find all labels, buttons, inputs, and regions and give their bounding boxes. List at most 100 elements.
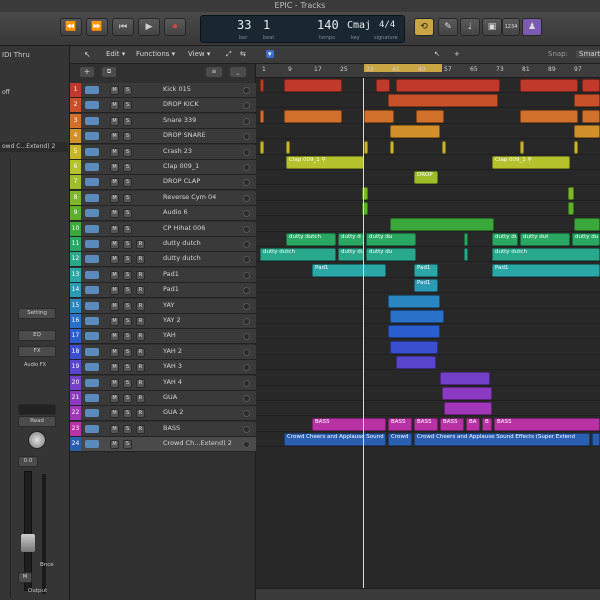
region[interactable]: BASS	[312, 417, 386, 431]
solo-button[interactable]: S	[123, 270, 132, 280]
record-enable-button[interactable]: R	[136, 240, 145, 249]
track-name[interactable]: GUA 2	[163, 408, 183, 416]
track-name[interactable]: Audio 6	[163, 208, 188, 216]
region[interactable]	[442, 140, 446, 154]
region[interactable]: Pad1	[414, 263, 438, 277]
inspector-row[interactable]	[0, 64, 68, 74]
track-header[interactable]: 24 M S Crowd Ch...Extend) 2	[70, 437, 256, 453]
arrange-scrollbar[interactable]	[256, 588, 600, 600]
send-slot[interactable]	[18, 404, 56, 415]
track-volume-knob[interactable]	[243, 256, 250, 264]
track-name[interactable]: dutty dutch	[163, 254, 201, 262]
track-name[interactable]: Crash 23	[163, 147, 192, 155]
solo-button[interactable]: S	[123, 255, 132, 265]
track-header[interactable]: 19 M S R YAH 3	[70, 360, 256, 376]
solo-button[interactable]: S	[123, 317, 132, 326]
region[interactable]	[390, 217, 494, 231]
region[interactable]	[440, 371, 490, 385]
solo-button[interactable]: S	[123, 86, 132, 95]
region[interactable]	[444, 402, 492, 416]
forward-button[interactable]: ⏩	[86, 18, 108, 36]
record-enable-button[interactable]: R	[136, 409, 145, 419]
track-volume-knob[interactable]	[243, 379, 250, 387]
mute-button[interactable]: M	[110, 332, 119, 342]
region[interactable]: BASS	[494, 417, 600, 431]
record-enable-button[interactable]: R	[136, 424, 145, 434]
mute-button[interactable]: M	[110, 270, 119, 280]
track-name[interactable]: YAH 2	[163, 347, 182, 355]
region[interactable]: BA	[466, 417, 480, 431]
track-header[interactable]: 22 M S R GUA 2	[70, 406, 256, 422]
region[interactable]	[376, 79, 390, 92]
track-lane[interactable]	[256, 201, 600, 217]
region[interactable]	[464, 233, 468, 246]
mute-button[interactable]: M	[110, 209, 119, 219]
track-name[interactable]: Kick 015	[163, 85, 191, 93]
mute-button[interactable]: M	[110, 424, 119, 434]
cycle-region[interactable]	[364, 64, 442, 72]
track-volume-knob[interactable]	[243, 410, 250, 418]
solo-button[interactable]: S	[123, 178, 132, 188]
solo-button[interactable]: S	[123, 332, 132, 342]
track-header[interactable]: 9 M S Audio 6	[70, 206, 256, 222]
cycle-button[interactable]: ⟲	[414, 18, 434, 36]
track-header[interactable]: 11 M S Rdutty dutch	[70, 237, 256, 252]
track-volume-knob[interactable]	[243, 133, 250, 141]
mute-button[interactable]: M	[110, 132, 119, 142]
inspector-row[interactable]: off	[0, 88, 68, 98]
solo-button[interactable]: ▣	[482, 18, 502, 36]
automation-icon[interactable]: ⎵	[230, 67, 246, 77]
track-volume-knob[interactable]	[243, 441, 250, 449]
arrange-area[interactable]: Clap 009_1 ⚲ Clap 009_1 ⚲ DROP dutty dutch d…	[256, 78, 600, 588]
region[interactable]: dutty du	[492, 233, 518, 246]
pan-knob[interactable]	[28, 431, 46, 449]
solo-button[interactable]: S	[123, 209, 132, 219]
region[interactable]	[390, 310, 444, 323]
mute-button[interactable]: M	[110, 116, 119, 126]
track-volume-knob[interactable]	[243, 164, 250, 171]
region[interactable]	[364, 140, 368, 154]
track-folder-icon[interactable]: ⧉	[102, 67, 116, 77]
track-lane[interactable]	[256, 140, 600, 155]
snap-select[interactable]: Smart	[576, 50, 600, 58]
region[interactable]: DROP	[414, 171, 438, 185]
region[interactable]: BASS	[388, 417, 412, 431]
region[interactable]: Crowd Cheers and Applause Sound Effects …	[414, 433, 590, 447]
read-button[interactable]: Read	[18, 416, 56, 427]
track-volume-knob[interactable]	[243, 102, 250, 110]
region[interactable]	[574, 94, 600, 108]
solo-button[interactable]: S	[123, 301, 132, 311]
mute-button[interactable]: M	[110, 224, 119, 234]
track-volume-knob[interactable]	[243, 395, 250, 402]
region[interactable]	[390, 340, 438, 354]
lcd-display[interactable]: 33 1 bar beat 140 tempo Cmaj key 4/4 sig…	[200, 15, 405, 43]
record-enable-button[interactable]: R	[136, 286, 145, 296]
region[interactable]: dutty dut	[520, 233, 570, 246]
track-header[interactable]: 1 M S Kick 015	[70, 83, 256, 98]
region[interactable]: dutty du	[366, 248, 416, 262]
region[interactable]: dutty du	[338, 248, 364, 262]
record-enable-button[interactable]: R	[136, 378, 145, 388]
solo-button[interactable]: S	[123, 409, 132, 419]
mute-button[interactable]: M	[110, 317, 119, 326]
region[interactable]	[520, 109, 578, 123]
track-header[interactable]: 5 M S Crash 23	[70, 144, 256, 160]
mute-button[interactable]: M	[110, 409, 119, 419]
record-enable-button[interactable]: R	[136, 317, 145, 326]
region[interactable]	[574, 140, 578, 154]
region[interactable]	[574, 217, 600, 231]
mute-button[interactable]: M	[110, 178, 119, 188]
track-name[interactable]: Clap 009_1	[163, 162, 199, 170]
track-header[interactable]: 8 M S Reverse Cym 04	[70, 190, 256, 206]
track-name[interactable]: dutty dutch	[163, 239, 201, 247]
mute-button[interactable]: M	[110, 147, 119, 157]
region[interactable]	[396, 356, 436, 370]
mute-button[interactable]: M	[110, 101, 119, 111]
track-header[interactable]: 20 M S R YAH 4	[70, 375, 256, 391]
track-header[interactable]: 7 M S DROP CLAP	[70, 175, 256, 191]
solo-button[interactable]: S	[123, 424, 132, 434]
solo-button[interactable]: S	[123, 378, 132, 388]
track-header[interactable]: 13 M S R Pad1	[70, 267, 256, 283]
timeline-ruler[interactable]: 1 9 17 25 33 41 49 57 65 73 81 89 97	[256, 64, 600, 78]
track-volume-knob[interactable]	[243, 302, 250, 310]
